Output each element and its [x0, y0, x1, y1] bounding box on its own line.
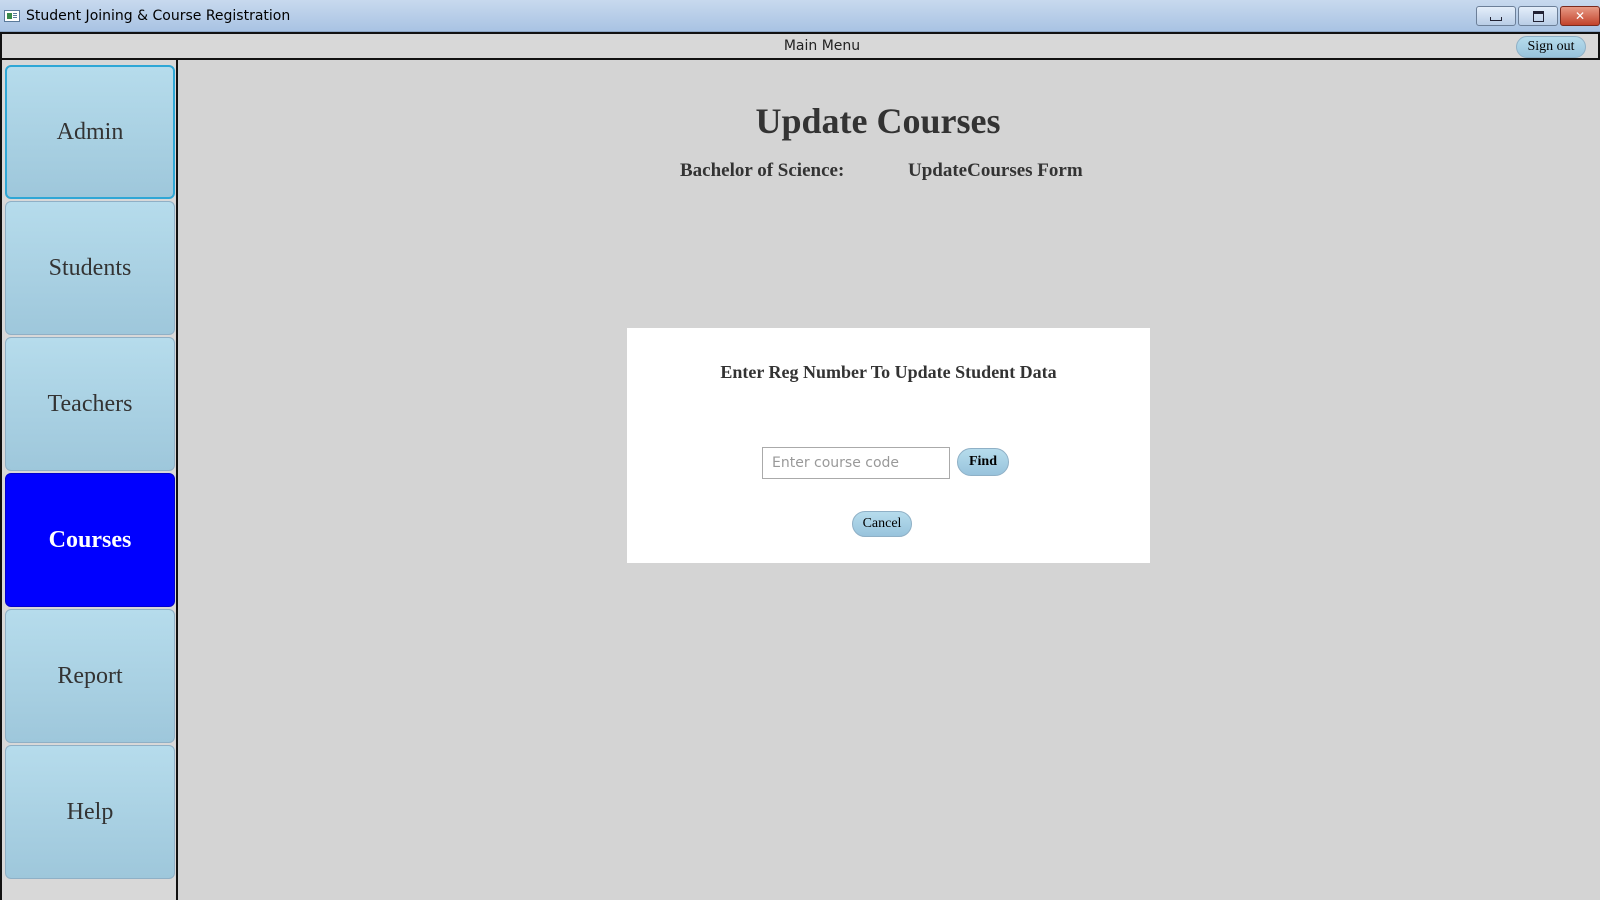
minimize-button[interactable]: [1476, 6, 1516, 26]
app-icon: [4, 10, 20, 22]
update-course-panel: Enter Reg Number To Update Student Data …: [627, 328, 1150, 563]
sidebar-item-courses[interactable]: Courses: [5, 473, 175, 607]
cancel-button[interactable]: Cancel: [852, 511, 912, 537]
sidebar-item-students[interactable]: Students: [5, 201, 175, 335]
course-code-input[interactable]: [762, 447, 950, 479]
sidebar-nav: Admin Students Teachers Courses Report H…: [0, 60, 178, 900]
window-title: Student Joining & Course Registration: [26, 8, 291, 24]
sign-out-button[interactable]: Sign out: [1516, 36, 1586, 58]
panel-heading: Enter Reg Number To Update Student Data: [720, 362, 1057, 382]
minimize-icon: [1490, 17, 1502, 21]
page-title: Update Courses: [755, 101, 1001, 141]
close-button[interactable]: ✕: [1560, 6, 1600, 26]
program-label: Bachelor of Science:: [680, 160, 845, 181]
main-menu-bar: Main Menu Sign out: [0, 32, 1600, 60]
maximize-icon: [1532, 10, 1544, 22]
sidebar-item-teachers[interactable]: Teachers: [5, 337, 175, 471]
find-button[interactable]: Find: [957, 448, 1009, 476]
main-menu-title: Main Menu: [783, 38, 861, 54]
sidebar-item-help[interactable]: Help: [5, 745, 175, 879]
maximize-button[interactable]: [1518, 6, 1558, 26]
form-label: UpdateCourses Form: [908, 160, 1083, 181]
sidebar-item-report[interactable]: Report: [5, 609, 175, 743]
sidebar-item-admin[interactable]: Admin: [5, 65, 175, 199]
window-titlebar: Student Joining & Course Registration ✕: [0, 0, 1600, 32]
close-icon: ✕: [1574, 9, 1586, 23]
